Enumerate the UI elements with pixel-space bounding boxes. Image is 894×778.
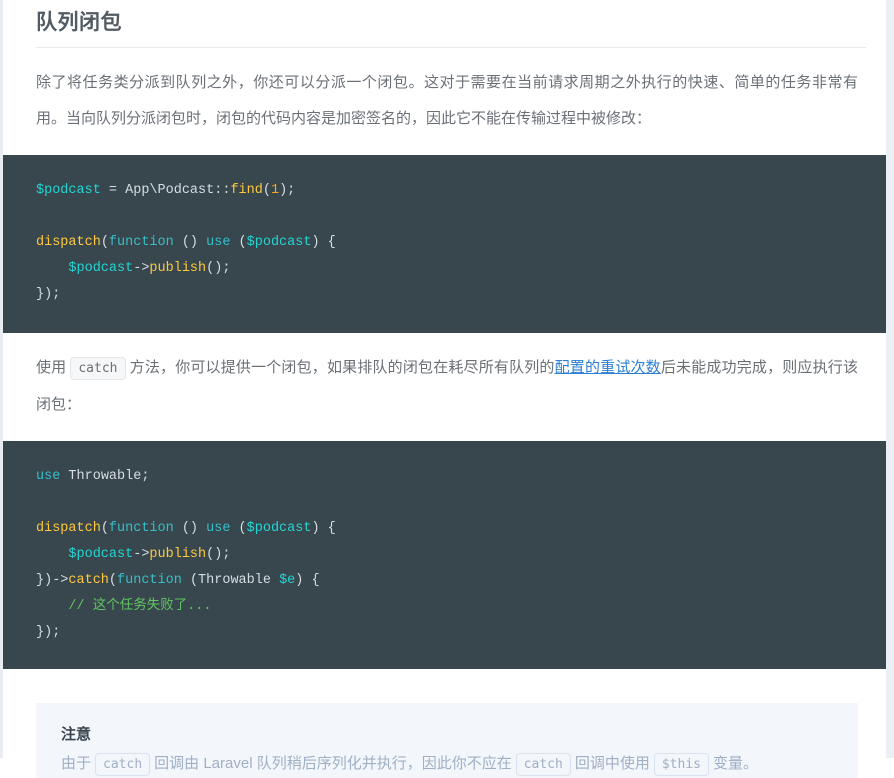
page-right-gutter	[886, 0, 894, 758]
code-token: // 这个任务失败了...	[36, 599, 212, 614]
code-token: (	[262, 183, 271, 198]
code-token: ) {	[311, 521, 336, 536]
catch-paragraph: 使用 catch 方法，你可以提供一个闭包，如果排队的闭包在耗尽所有队列的配置的重试…	[36, 333, 858, 423]
code-token: );	[279, 183, 296, 198]
code-token: catch	[68, 573, 109, 588]
code-token: function	[108, 521, 174, 536]
note-callout: 注意 由于 catch 回调由 Laravel 队列稍后序列化并执行，因此你不应在 c…	[36, 703, 858, 778]
inline-code-this: $this	[653, 753, 709, 776]
code-block-catch-closure: use Throwable; dispatch(function () use …	[3, 441, 886, 669]
inline-code-catch-note-2: catch	[515, 753, 571, 776]
intro-paragraph: 除了将任务类分派到队列之外，你还可以分派一个闭包。这对于需要在当前请求周期之外执…	[36, 74, 858, 127]
code-token: (	[230, 521, 247, 536]
code-token: $podcast	[246, 235, 312, 250]
code-token: publish	[149, 547, 207, 562]
heading-section: 队列闭包 除了将任务类分派到队列之外，你还可以分派一个闭包。这对于需要在当前请求…	[3, 0, 886, 137]
code-token: find	[230, 183, 263, 198]
code-token: 1	[270, 183, 280, 198]
code-content: use Throwable; dispatch(function () use …	[36, 469, 336, 640]
code-token: (Throwable	[181, 573, 280, 588]
code-token: use	[206, 235, 231, 250]
code-token: (	[100, 521, 109, 536]
page-title: 队列闭包	[36, 11, 122, 34]
code-token: ()	[173, 235, 207, 250]
code-token: $e	[279, 573, 296, 588]
code-token: });	[36, 625, 61, 640]
code-token: ();	[206, 547, 231, 562]
code-block-queued-closure: $podcast = App\Podcast::find(1); dispatc…	[3, 155, 886, 333]
documentation-page: 队列闭包 除了将任务类分派到队列之外，你还可以分派一个闭包。这对于需要在当前请求…	[3, 0, 886, 778]
code-token: ()	[173, 521, 207, 536]
code-token: Throwable;	[60, 469, 150, 484]
code-token: $podcast	[68, 547, 134, 562]
code-token: publish	[149, 261, 207, 276]
code-token: (	[108, 573, 118, 588]
note-body: 由于 catch 回调由 Laravel 队列稍后序列化并执行，因此你不应在 catc…	[61, 749, 833, 778]
catch-para-text-2: 方法，你可以提供一个闭包，如果排队的闭包在耗尽所有队列的	[129, 359, 555, 376]
code-token: ->	[133, 547, 150, 562]
code-token: ) {	[311, 235, 336, 250]
code-token: ();	[206, 261, 231, 276]
inline-code-catch-note-1: catch	[95, 753, 151, 776]
code-token: (	[230, 235, 247, 250]
code-token: =	[100, 183, 126, 198]
code-token: ) {	[295, 573, 320, 588]
code-content: $podcast = App\Podcast::find(1); dispatc…	[36, 183, 336, 302]
code-token: function	[108, 235, 174, 250]
code-token: });	[36, 287, 61, 302]
note-title: 注意	[61, 726, 92, 743]
code-token: (	[100, 235, 109, 250]
code-token: use	[36, 469, 61, 484]
code-token: dispatch	[36, 521, 101, 536]
inline-code-catch: catch	[70, 357, 126, 380]
link-configured-retry-attempts[interactable]: 配置的重试次数	[555, 359, 661, 376]
catch-paragraph-section: 使用 catch 方法，你可以提供一个闭包，如果排队的闭包在耗尽所有队列的配置的重试…	[3, 333, 886, 423]
code-token: $podcast	[36, 183, 101, 198]
code-token: App\Podcast::	[125, 183, 231, 198]
documentation-content: 队列闭包 除了将任务类分派到队列之外，你还可以分派一个闭包。这对于需要在当前请求…	[3, 0, 886, 778]
code-token: function	[117, 573, 182, 588]
code-token: $podcast	[68, 261, 134, 276]
code-token: ->	[133, 261, 150, 276]
catch-para-text-1: 使用	[36, 359, 67, 376]
code-token: })->	[36, 573, 69, 588]
code-token: $podcast	[246, 521, 312, 536]
code-token: use	[206, 521, 231, 536]
code-token: dispatch	[36, 235, 101, 250]
